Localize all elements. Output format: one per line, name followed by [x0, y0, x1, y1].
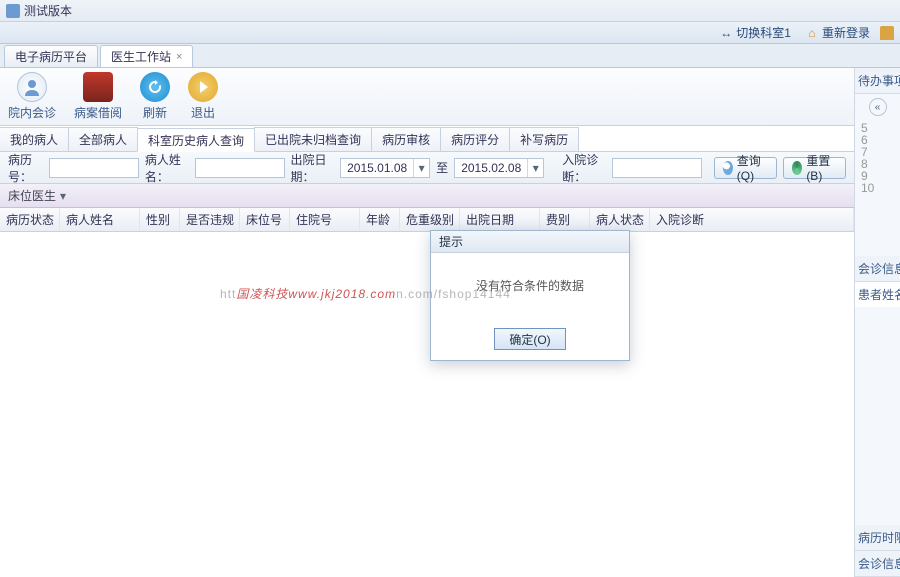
- record-no-input[interactable]: [49, 158, 139, 178]
- date-from-field[interactable]: 2015.01.08 ▾: [340, 158, 430, 178]
- ribbon-label: 刷新: [143, 104, 167, 121]
- patient-name-input[interactable]: [195, 158, 285, 178]
- reset-button[interactable]: 重置 (B): [783, 157, 846, 179]
- col-bed-no[interactable]: 床位号: [240, 208, 290, 231]
- right-side-panel: 待办事项 « 567 8910 会诊信息 患者姓名 病历时限 会诊信息: [855, 68, 900, 577]
- lock-icon[interactable]: [880, 26, 894, 40]
- col-fee-type[interactable]: 费别: [540, 208, 590, 231]
- switch-department-link[interactable]: ↔ 切换科室1: [715, 22, 795, 43]
- search-button[interactable]: 查询 (Q): [714, 157, 778, 179]
- exit-button[interactable]: 退出: [188, 72, 218, 121]
- subtab-discharged-query[interactable]: 已出院未归档查询: [254, 127, 372, 151]
- borrow-button[interactable]: 病案借阅: [74, 72, 122, 121]
- chevron-down-icon[interactable]: ▾: [527, 159, 543, 177]
- admit-diag-input[interactable]: [612, 158, 702, 178]
- search-button-label: 查询 (Q): [737, 152, 769, 183]
- patient-name-label: 病人姓名：: [145, 151, 189, 185]
- tab-emr-platform[interactable]: 电子病历平台: [4, 45, 98, 67]
- patient-subtabs: 我的病人 全部病人 科室历史病人查询 已出院未归档查询 病历审核 病历评分 补写…: [0, 126, 854, 152]
- relogin-label: 重新登录: [822, 24, 870, 41]
- search-icon: [723, 161, 733, 175]
- consult-button[interactable]: 院内会诊: [8, 72, 56, 121]
- record-no-label: 病历号：: [8, 151, 43, 185]
- col-violation[interactable]: 是否违规: [180, 208, 240, 231]
- window-title: 测试版本: [24, 2, 72, 19]
- exit-icon: [188, 72, 218, 102]
- col-patient-name[interactable]: 病人姓名: [60, 208, 140, 231]
- relogin-link[interactable]: ⌂ 重新登录: [801, 22, 874, 43]
- col-admit-diag[interactable]: 入院诊断: [650, 208, 854, 231]
- admit-diag-label: 入院诊断：: [562, 151, 606, 185]
- refresh-icon: [140, 72, 170, 102]
- dialog-message: 没有符合条件的数据: [431, 253, 629, 318]
- section-consult-info[interactable]: 会诊信息: [855, 256, 900, 282]
- section-time-limit[interactable]: 病历时限: [855, 525, 900, 551]
- refresh-button[interactable]: 刷新: [140, 72, 170, 121]
- col-severity[interactable]: 危重级别: [400, 208, 460, 231]
- subtab-review[interactable]: 病历审核: [371, 127, 441, 151]
- home-icon: ⌂: [805, 26, 819, 40]
- section-patient-name: 患者姓名: [855, 282, 900, 307]
- discharge-date-label: 出院日期：: [291, 151, 335, 185]
- dialog-title: 提示: [431, 231, 629, 253]
- grid-header: 病历状态 病人姓名 性别 是否违规 床位号 住院号 年龄 危重级别 出院日期 费…: [0, 208, 854, 232]
- ribbon-label: 病案借阅: [74, 104, 122, 121]
- subtab-write[interactable]: 补写病历: [509, 127, 579, 151]
- message-dialog: 提示 没有符合条件的数据 确定(O): [430, 230, 630, 361]
- date-to-value: 2015.02.08: [455, 161, 527, 175]
- dialog-ok-button[interactable]: 确定(O): [494, 328, 565, 350]
- reset-icon: [792, 161, 802, 175]
- window-titlebar: 测试版本: [0, 0, 900, 22]
- subtab-all-patients[interactable]: 全部病人: [68, 127, 138, 151]
- bed-doctor-bar: 床位医生 ▾: [0, 184, 854, 208]
- col-record-status[interactable]: 病历状态: [0, 208, 60, 231]
- ribbon-label: 退出: [191, 104, 215, 121]
- tab-label: 医生工作站: [111, 48, 171, 65]
- switch-department-label: 切换科室1: [736, 24, 791, 41]
- col-age[interactable]: 年龄: [360, 208, 400, 231]
- close-icon[interactable]: ×: [176, 51, 182, 63]
- filter-bar: 病历号： 病人姓名： 出院日期： 2015.01.08 ▾ 至 2015.02.…: [0, 152, 854, 184]
- books-icon: [83, 72, 113, 102]
- col-inpatient-no[interactable]: 住院号: [290, 208, 360, 231]
- chevron-down-icon[interactable]: ▾: [60, 189, 66, 203]
- document-tabstrip: 电子病历平台 医生工作站 ×: [0, 44, 900, 68]
- top-bar: ↔ 切换科室1 ⌂ 重新登录: [0, 22, 900, 44]
- section-consult-info-2[interactable]: 会诊信息: [855, 551, 900, 577]
- reset-button-label: 重置 (B): [806, 152, 837, 183]
- date-to-field[interactable]: 2015.02.08 ▾: [454, 158, 544, 178]
- bed-doctor-label: 床位医生: [8, 187, 56, 204]
- doctor-icon: [17, 72, 47, 102]
- chevron-down-icon[interactable]: ▾: [413, 159, 429, 177]
- grid-body: [0, 232, 854, 577]
- subtab-my-patients[interactable]: 我的病人: [0, 127, 69, 151]
- col-gender[interactable]: 性别: [140, 208, 180, 231]
- subtab-history-query[interactable]: 科室历史病人查询: [137, 128, 255, 152]
- date-from-value: 2015.01.08: [341, 161, 413, 175]
- collapse-icon[interactable]: «: [869, 98, 887, 116]
- tab-doctor-workstation[interactable]: 医生工作站 ×: [100, 45, 193, 67]
- subtab-score[interactable]: 病历评分: [440, 127, 510, 151]
- app-icon: [6, 4, 20, 18]
- ribbon-toolbar: 院内会诊 病案借阅 刷新 退出: [0, 68, 854, 126]
- col-patient-status[interactable]: 病人状态: [590, 208, 650, 231]
- tab-label: 电子病历平台: [15, 48, 87, 65]
- date-to-label: 至: [436, 159, 448, 176]
- col-discharge-date[interactable]: 出院日期: [460, 208, 540, 231]
- section-todo[interactable]: 待办事项: [855, 68, 900, 94]
- todo-numbers: 567 8910: [855, 120, 900, 196]
- switch-icon: ↔: [719, 26, 733, 40]
- ribbon-label: 院内会诊: [8, 104, 56, 121]
